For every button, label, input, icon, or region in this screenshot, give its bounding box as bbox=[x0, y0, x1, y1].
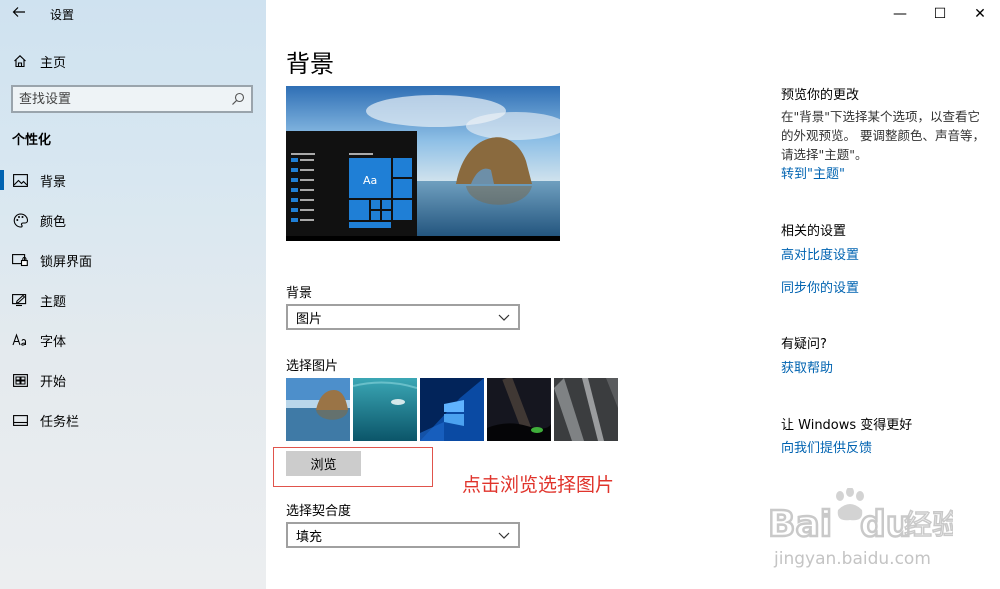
back-arrow-icon[interactable] bbox=[10, 5, 28, 23]
sidebar-item-fonts[interactable]: 字体 bbox=[0, 320, 266, 360]
maximize-button[interactable]: ☐ bbox=[920, 0, 960, 28]
search-input[interactable] bbox=[19, 91, 231, 107]
picture-thumbnails bbox=[286, 378, 618, 441]
background-label: 背景 bbox=[286, 286, 313, 301]
choose-picture-label: 选择图片 bbox=[286, 359, 339, 374]
watermark-brand: Bai bbox=[768, 504, 832, 545]
picture-thumbnail-windows[interactable] bbox=[420, 378, 484, 441]
feedback-link[interactable]: 向我们提供反馈 bbox=[781, 437, 872, 456]
browse-button[interactable]: 浏览 bbox=[286, 451, 361, 476]
home-label: 主页 bbox=[40, 55, 67, 71]
fit-select-value: 填充 bbox=[296, 529, 323, 545]
sidebar-item-taskbar[interactable]: 任务栏 bbox=[0, 400, 266, 440]
themes-link[interactable]: 转到"主题" bbox=[781, 163, 845, 182]
high-contrast-link[interactable]: 高对比度设置 bbox=[781, 244, 859, 263]
chevron-down-icon bbox=[498, 528, 510, 543]
question-heading: 有疑问? bbox=[781, 337, 827, 352]
picture-thumbnail-rock[interactable] bbox=[554, 378, 618, 441]
background-select-value: 图片 bbox=[296, 311, 323, 327]
home-icon bbox=[12, 53, 28, 69]
preview-description: 在"背景"下选择某个选项，以查看它的外观预览。 要调整颜色、声音等，请选择"主题… bbox=[781, 109, 985, 162]
watermark-cn: 经验 bbox=[904, 508, 953, 541]
fit-select[interactable]: 填充 bbox=[286, 522, 520, 548]
sidebar-item-themes[interactable]: 主题 bbox=[0, 280, 266, 320]
related-settings-heading: 相关的设置 bbox=[781, 224, 847, 239]
preview-tile-text: Aa bbox=[363, 174, 377, 187]
close-button[interactable]: ✕ bbox=[960, 0, 1000, 28]
get-help-link[interactable]: 获取帮助 bbox=[781, 357, 833, 376]
sidebar-item-label: 任务栏 bbox=[40, 414, 80, 430]
sidebar-item-start[interactable]: 开始 bbox=[0, 360, 266, 400]
taskbar-icon bbox=[12, 412, 28, 428]
sidebar-item-background[interactable]: 背景 bbox=[0, 160, 266, 200]
window-controls: — ☐ ✕ bbox=[880, 0, 1000, 28]
baidu-jingyan-watermark: Bai du 经验 jingyan.baidu.com bbox=[767, 487, 961, 578]
picture-thumbnail-night-sky[interactable] bbox=[487, 378, 551, 441]
title-bar: 设置 bbox=[0, 0, 266, 28]
annotation-text: 点击浏览选择图片 bbox=[462, 474, 615, 496]
sidebar-item-lock-screen[interactable]: 锁屏界面 bbox=[0, 240, 266, 280]
chevron-down-icon bbox=[498, 310, 510, 325]
sidebar-item-colors[interactable]: 颜色 bbox=[0, 200, 266, 240]
page-title: 背景 bbox=[286, 50, 334, 78]
sidebar-item-label: 锁屏界面 bbox=[40, 254, 93, 270]
background-preview: Aa bbox=[286, 86, 560, 241]
home-link[interactable]: 主页 bbox=[12, 50, 66, 72]
sidebar: 设置 主页 个性化 背景 颜色 锁屏界面 bbox=[0, 0, 266, 589]
sidebar-item-label: 背景 bbox=[40, 174, 67, 190]
section-title: 个性化 bbox=[12, 133, 52, 148]
sidebar-item-label: 字体 bbox=[40, 334, 67, 350]
picture-icon bbox=[12, 172, 28, 188]
app-title: 设置 bbox=[50, 8, 75, 22]
preview-heading: 预览你的更改 bbox=[781, 88, 860, 103]
start-icon bbox=[12, 372, 28, 388]
search-box[interactable] bbox=[11, 85, 253, 113]
nav-list: 背景 颜色 锁屏界面 主题 字体 开始 任务栏 bbox=[0, 160, 266, 440]
watermark-url: jingyan.baidu.com bbox=[773, 549, 931, 569]
improve-windows-heading: 让 Windows 变得更好 bbox=[781, 418, 913, 433]
background-select[interactable]: 图片 bbox=[286, 304, 520, 330]
picture-thumbnail-underwater[interactable] bbox=[353, 378, 417, 441]
minimize-button[interactable]: — bbox=[880, 0, 920, 28]
fit-label: 选择契合度 bbox=[286, 504, 352, 519]
font-icon bbox=[12, 332, 28, 348]
palette-icon bbox=[12, 212, 28, 228]
search-icon[interactable] bbox=[231, 92, 245, 106]
picture-thumbnail-beach[interactable] bbox=[286, 378, 350, 441]
sidebar-item-label: 开始 bbox=[40, 374, 67, 390]
sidebar-item-label: 主题 bbox=[40, 294, 67, 310]
theme-icon bbox=[12, 292, 28, 308]
sync-settings-link[interactable]: 同步你的设置 bbox=[781, 277, 859, 296]
sidebar-item-label: 颜色 bbox=[40, 214, 67, 230]
lock-screen-icon bbox=[12, 252, 28, 268]
